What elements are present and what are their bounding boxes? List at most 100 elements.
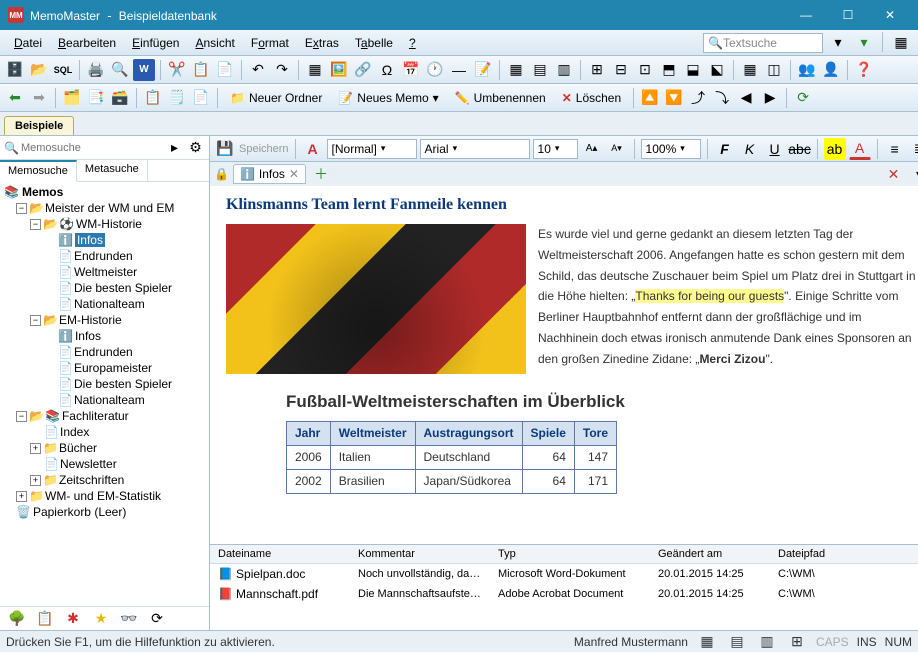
tree-node[interactable]: −📂⚽WM-Historie (2, 216, 207, 232)
table-row[interactable]: 2002BrasilienJapan/Südkorea64171 (287, 470, 617, 494)
memo-search[interactable]: 🔍 ▸ ⚙ (0, 136, 209, 160)
neues-memo-button[interactable]: 📝 Neues Memo ▾ (331, 87, 445, 109)
down-icon[interactable]: 🔽 (663, 87, 685, 109)
tree-node[interactable]: +📁Bücher (2, 440, 207, 456)
font-style-icon[interactable]: A (302, 138, 324, 160)
tree-node-trash[interactable]: 🗑️Papierkorb (Leer) (2, 504, 207, 520)
loeschen-button[interactable]: ✕ Löschen (555, 87, 628, 109)
highlight-icon[interactable]: ab (824, 138, 846, 160)
neuer-ordner-button[interactable]: 📁 Neuer Ordner (223, 87, 329, 109)
close-button[interactable]: ✕ (870, 0, 910, 30)
view4-icon[interactable]: 📋 (142, 87, 164, 109)
table-col-icon[interactable]: ▥ (553, 59, 575, 81)
menu-ansicht[interactable]: Ansicht (187, 33, 242, 53)
insert-symbol-icon[interactable]: Ω (376, 59, 398, 81)
tree-up-icon[interactable]: ⤴ (687, 87, 709, 109)
search-go-icon[interactable]: ▸ (165, 137, 184, 159)
refresh2-icon[interactable]: ⟳ (146, 608, 168, 630)
status-icon-1[interactable]: ▦ (696, 631, 718, 653)
cut-icon[interactable]: ✂️ (166, 59, 188, 81)
doc-tab-infos[interactable]: ℹ️ Infos ✕ (233, 164, 306, 184)
attachment-row[interactable]: 📘 Spielpan.doc Noch unvollständig, dan..… (210, 564, 918, 584)
tab-beispiele[interactable]: Beispiele (4, 116, 74, 135)
insert-date-icon[interactable]: 📅 (400, 59, 422, 81)
fontcolor-icon[interactable]: A (849, 138, 871, 160)
view6-icon[interactable]: 📄 (190, 87, 212, 109)
expand-icon[interactable]: + (16, 491, 27, 502)
preview-icon[interactable]: 🔍 (109, 59, 131, 81)
tree-view-icon[interactable]: 🌳 (6, 608, 28, 630)
reload-icon[interactable]: ⟳ (792, 87, 814, 109)
tree-node[interactable]: ℹ️Infos (2, 328, 207, 344)
new-db-icon[interactable]: 🗄️ (4, 59, 26, 81)
print-icon[interactable]: 🖨️ (85, 59, 107, 81)
view1-icon[interactable]: 🗂️ (61, 87, 83, 109)
grid-icon[interactable]: ⊞ (586, 59, 608, 81)
menu-einfuegen[interactable]: Einfügen (124, 33, 187, 53)
search-dropdown-icon[interactable]: ▾ (827, 32, 849, 54)
status-icon-2[interactable]: ▤ (726, 631, 748, 653)
tree-down-icon[interactable]: ⤵ (711, 87, 733, 109)
copy-icon[interactable]: 📋 (190, 59, 212, 81)
insert-hr-icon[interactable]: — (448, 59, 470, 81)
collapse-icon[interactable]: − (16, 411, 27, 422)
tree-node[interactable]: 📄Die besten Spieler (2, 280, 207, 296)
people2-icon[interactable]: 👤 (820, 59, 842, 81)
del-row-icon[interactable]: ⬕ (706, 59, 728, 81)
collapse-icon[interactable]: − (30, 315, 41, 326)
refresh-icon[interactable]: ▾ (853, 32, 875, 54)
underline-icon[interactable]: U (764, 138, 786, 160)
export-word-icon[interactable]: W (133, 59, 155, 81)
menu-format[interactable]: Format (243, 33, 297, 53)
view2-icon[interactable]: 📑 (85, 87, 107, 109)
insert-field-icon[interactable]: 📝 (472, 59, 494, 81)
close-all-tabs-icon[interactable]: ✕ (883, 163, 905, 185)
status-icon-4[interactable]: ⊞ (786, 631, 808, 653)
tree-node[interactable]: 📄Nationalteam (2, 296, 207, 312)
border-icon[interactable]: ◫ (763, 59, 785, 81)
redo-icon[interactable]: ↷ (271, 59, 293, 81)
tree-right-icon[interactable]: ▶ (759, 87, 781, 109)
th-ort[interactable]: Austragungsort (415, 421, 522, 445)
table-row-icon[interactable]: ▤ (529, 59, 551, 81)
insert-table-icon[interactable]: ▦ (304, 59, 326, 81)
filter-icon[interactable]: ✱ (62, 608, 84, 630)
split-icon[interactable]: ⬓ (682, 59, 704, 81)
undo-icon[interactable]: ↶ (247, 59, 269, 81)
tree-node[interactable]: −📂EM-Historie (2, 312, 207, 328)
tree-node[interactable]: 📄Europameister (2, 360, 207, 376)
menu-datei[interactable]: Datei (6, 33, 50, 53)
expand-icon[interactable]: + (30, 443, 41, 454)
collapse-icon[interactable]: − (30, 219, 41, 230)
sql-icon[interactable]: SQL (52, 59, 74, 81)
paste-icon[interactable]: 📄 (214, 59, 236, 81)
font-combo[interactable]: Arial▾ (420, 139, 530, 159)
size-combo[interactable]: 10▾ (533, 139, 578, 159)
add-tab-icon[interactable]: ＋ (310, 163, 332, 185)
menu-bearbeiten[interactable]: Bearbeiten (50, 33, 124, 53)
insert-link-icon[interactable]: 🔗 (352, 59, 374, 81)
grid2-icon[interactable]: ⊟ (610, 59, 632, 81)
zoom-combo[interactable]: 100%▾ (641, 139, 701, 159)
minimize-button[interactable]: — (786, 0, 826, 30)
up-icon[interactable]: 🔼 (639, 87, 661, 109)
attachment-row[interactable]: 📕 Mannschaft.pdf Die Mannschaftsaufstell… (210, 584, 918, 604)
merge-icon[interactable]: ⬒ (658, 59, 680, 81)
insert-time-icon[interactable]: 🕐 (424, 59, 446, 81)
tree-node[interactable]: 📄Endrunden (2, 344, 207, 360)
tree-node[interactable]: +📁WM- und EM-Statistik (2, 488, 207, 504)
insert-image-icon[interactable]: 🖼️ (328, 59, 350, 81)
col-kommentar[interactable]: Kommentar (350, 545, 490, 563)
size-down-icon[interactable]: A▾ (606, 138, 628, 160)
view5-icon[interactable]: 🗒️ (166, 87, 188, 109)
table-insert-icon[interactable]: ▦ (505, 59, 527, 81)
tree-node[interactable]: 📄Index (2, 424, 207, 440)
align-left-icon[interactable]: ≡ (884, 138, 906, 160)
col-typ[interactable]: Typ (490, 545, 650, 563)
tree-node[interactable]: −📂Meister der WM und EM (2, 200, 207, 216)
align-tbl-icon[interactable]: ▦ (739, 59, 761, 81)
expand-icon[interactable]: + (30, 475, 41, 486)
col-pfad[interactable]: Dateipfad (770, 545, 850, 563)
save-icon[interactable]: 💾 (214, 138, 236, 160)
tree-node[interactable]: +📁Zeitschriften (2, 472, 207, 488)
